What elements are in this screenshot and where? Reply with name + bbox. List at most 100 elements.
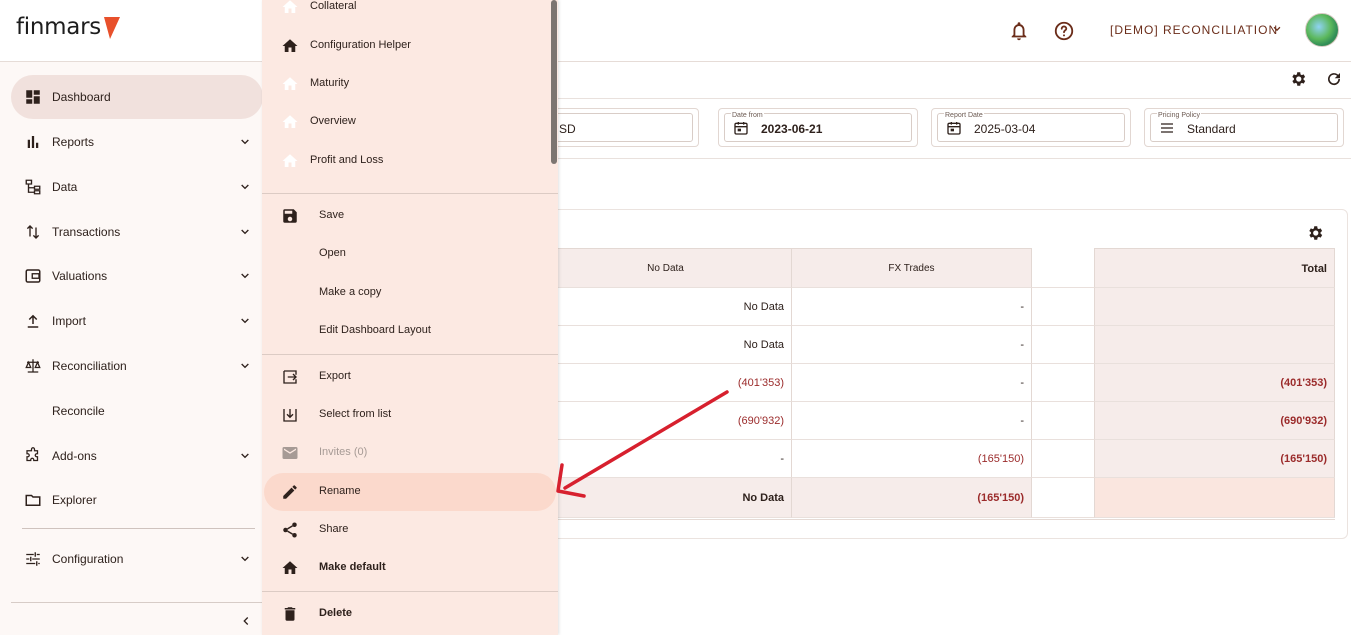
home-icon — [282, 154, 298, 167]
calendar-icon[interactable] — [733, 120, 749, 136]
sidebar-item-reports[interactable]: Reports — [11, 120, 263, 164]
sidebar-item-reconciliation[interactable]: Reconciliation — [11, 344, 263, 388]
menu-item-maturity[interactable]: Maturity — [262, 65, 558, 103]
menu-item-label: Configuration Helper — [310, 39, 411, 51]
menu-item-share[interactable]: Share — [262, 511, 558, 549]
calendar-icon[interactable] — [946, 120, 962, 136]
menu-item-label: Delete — [319, 607, 353, 619]
chevron-down-icon[interactable] — [1270, 22, 1284, 36]
column-header-total[interactable]: Total — [1095, 248, 1335, 288]
save-icon — [283, 209, 297, 223]
sidebar-item-explorer[interactable]: Explorer — [11, 478, 263, 522]
menu-item-save[interactable]: Save — [262, 197, 558, 235]
table-cell — [1032, 440, 1095, 478]
table-cell — [1032, 402, 1095, 440]
menu-item-label: Make default — [319, 561, 386, 573]
sidebar-item-transactions[interactable]: Transactions — [11, 210, 263, 254]
table-cell-total: (401'353) — [1095, 364, 1335, 402]
menu-item-label: Collateral — [310, 0, 357, 12]
report-date-label: Report Date — [944, 112, 984, 119]
chevron-down-icon — [241, 363, 249, 369]
date-from-label: Date from — [731, 112, 764, 119]
table-cell-subtotal: (165'150) — [792, 478, 1032, 518]
menu-scrollbar[interactable] — [551, 0, 557, 164]
table-cell — [1032, 326, 1095, 364]
menu-item-rename[interactable]: Rename — [264, 473, 556, 511]
sidebar-divider — [22, 528, 255, 529]
date-from-field[interactable]: Date from 2023-06-21 — [718, 108, 918, 147]
menu-item-profit-and-loss[interactable]: Profit and Loss — [262, 142, 558, 180]
menu-item-open[interactable]: Open — [262, 235, 558, 273]
column-header[interactable]: FX Trades — [792, 248, 1032, 288]
chevron-down-icon — [241, 139, 249, 145]
menu-item-label: Overview — [310, 115, 356, 127]
table-cell — [1032, 478, 1095, 518]
refresh-icon[interactable] — [1325, 70, 1343, 88]
sidebar-item-import[interactable]: Import — [11, 299, 263, 343]
menu-item-overview[interactable]: Overview — [262, 103, 558, 141]
pricing-policy-field[interactable]: Pricing Policy Standard — [1144, 108, 1344, 147]
home-icon — [282, 0, 298, 13]
pricing-policy-value: Standard — [1187, 122, 1236, 136]
chevron-down-icon — [241, 556, 249, 562]
column-header[interactable]: No Data — [540, 248, 792, 288]
menu-item-export[interactable]: Export — [262, 358, 558, 396]
folder-icon — [25, 494, 41, 506]
chevron-down-icon — [241, 318, 249, 324]
menu-item-make-default[interactable]: Make default — [262, 549, 558, 587]
menu-divider — [262, 591, 558, 592]
chevron-down-icon — [241, 453, 249, 459]
home-icon — [282, 115, 298, 128]
menu-item-make-a-copy[interactable]: Make a copy — [262, 274, 558, 312]
menu-item-label: Profit and Loss — [310, 154, 384, 166]
bar-chart-icon — [27, 136, 39, 148]
gear-icon[interactable] — [1306, 224, 1324, 242]
sidebar-subitem-reconcile[interactable]: Reconcile — [52, 404, 105, 418]
sidebar: Dashboard Reports Data Transactions Valu… — [0, 62, 265, 635]
chevron-down-icon — [241, 184, 249, 190]
sidebar-item-label: Import — [52, 314, 87, 328]
sidebar-item-valuations[interactable]: Valuations — [11, 254, 263, 298]
gear-icon[interactable] — [1289, 70, 1307, 88]
column-header-blank — [1032, 248, 1095, 288]
share-icon — [283, 522, 297, 538]
tune-icon — [26, 552, 40, 566]
table-cell: (165'150) — [792, 440, 1032, 478]
menu-item-select-from-list[interactable]: Select from list — [262, 396, 558, 434]
menu-item-configuration-helper[interactable]: Configuration Helper — [262, 27, 558, 65]
avatar[interactable] — [1305, 13, 1339, 47]
menu-item-delete[interactable]: Delete — [262, 595, 558, 633]
table-cell-total — [1095, 288, 1335, 326]
table-cell: - — [792, 364, 1032, 402]
table-cell-total — [1095, 478, 1335, 518]
report-date-value: 2025-03-04 — [974, 122, 1036, 136]
workspace-selector[interactable]: [DEMO] RECONCILIATION — [1110, 23, 1278, 37]
swap-vertical-icon — [26, 225, 40, 239]
chevron-left-icon[interactable] — [239, 614, 253, 628]
menu-item-label: Rename — [319, 485, 361, 497]
menu-item-label: Invites (0) — [319, 446, 368, 458]
menu-item-edit-dashboard-layout[interactable]: Edit Dashboard Layout — [262, 312, 558, 350]
menu-item-collateral[interactable]: Collateral — [262, 0, 558, 26]
mail-icon — [282, 447, 298, 459]
sidebar-item-label: Dashboard — [52, 90, 111, 104]
sidebar-item-label: Reconciliation — [52, 359, 127, 373]
sidebar-footer-divider — [11, 602, 263, 603]
sidebar-item-data[interactable]: Data — [11, 165, 263, 209]
bell-icon[interactable] — [1008, 20, 1030, 42]
table-cell: No Data — [540, 288, 792, 326]
home-icon — [282, 77, 298, 90]
sidebar-item-label: Add-ons — [52, 449, 97, 463]
logo[interactable]: finmars — [16, 14, 101, 40]
sidebar-item-dashboard[interactable]: Dashboard — [11, 75, 263, 119]
report-date-field[interactable]: Report Date 2025-03-04 — [931, 108, 1131, 147]
currency-field[interactable]: SD — [540, 108, 699, 147]
help-icon[interactable] — [1053, 20, 1075, 42]
menu-item-label: Save — [319, 209, 345, 221]
sidebar-item-add-ons[interactable]: Add-ons — [11, 434, 263, 478]
puzzle-icon — [26, 447, 39, 462]
upload-icon — [27, 314, 39, 328]
sidebar-item-configuration[interactable]: Configuration — [11, 537, 263, 581]
menu-item-invites: Invites (0) — [262, 434, 558, 472]
dashboard-icon — [26, 90, 40, 104]
